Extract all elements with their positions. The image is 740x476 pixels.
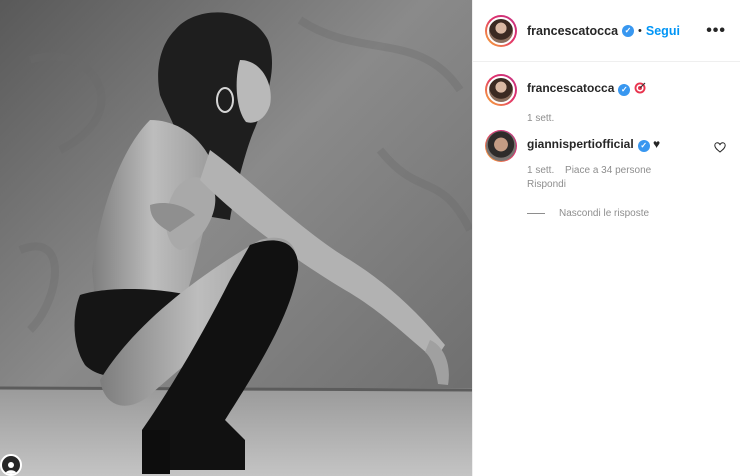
comment-username[interactable]: giannispertiofficial <box>527 137 634 151</box>
comment-actions: Rispondi <box>527 178 726 191</box>
heart-icon[interactable] <box>714 140 726 158</box>
caption-avatar[interactable] <box>485 74 517 106</box>
comment-time[interactable]: 1 sett. <box>527 165 554 176</box>
comment-likes[interactable]: Piace a 34 persone <box>565 165 651 176</box>
more-options-icon[interactable]: ••• <box>706 22 726 40</box>
profile-icon[interactable] <box>0 454 22 476</box>
hide-replies-label[interactable]: Nascondi le risposte <box>559 208 649 219</box>
hide-replies-button[interactable]: Nascondi le risposte <box>527 208 726 219</box>
caption-username[interactable]: francescatocca <box>527 81 614 95</box>
target-emoji-icon <box>634 82 646 98</box>
reply-button[interactable]: Rispondi <box>527 179 566 190</box>
caption-meta: 1 sett. <box>527 112 726 125</box>
caption-time[interactable]: 1 sett. <box>527 113 554 124</box>
post-header: francescatocca ✓ • Segui ••• <box>473 0 740 62</box>
caption: francescatocca ✓ 1 sett. <box>485 74 726 125</box>
comment-text: ♥ <box>653 137 661 151</box>
comment-item: giannispertiofficial ✓ ♥ 1 sett. Piace a … <box>485 130 726 219</box>
comment-avatar[interactable] <box>485 130 517 162</box>
verified-badge-icon: ✓ <box>637 140 650 152</box>
profile-silhouette <box>5 462 17 474</box>
comment-meta: 1 sett. Piace a 34 persone <box>527 164 726 177</box>
post-sidebar: francescatocca ✓ • Segui ••• francescato… <box>472 0 740 476</box>
header-separator: • <box>638 24 642 37</box>
author-username[interactable]: francescatocca <box>527 24 618 38</box>
post-image <box>0 0 472 476</box>
post-photo[interactable] <box>0 0 472 476</box>
verified-badge-icon: ✓ <box>618 84 631 96</box>
replies-divider <box>527 213 545 214</box>
author-avatar[interactable] <box>485 14 517 47</box>
verified-badge-icon: ✓ <box>622 24 635 37</box>
follow-button[interactable]: Segui <box>646 24 680 38</box>
